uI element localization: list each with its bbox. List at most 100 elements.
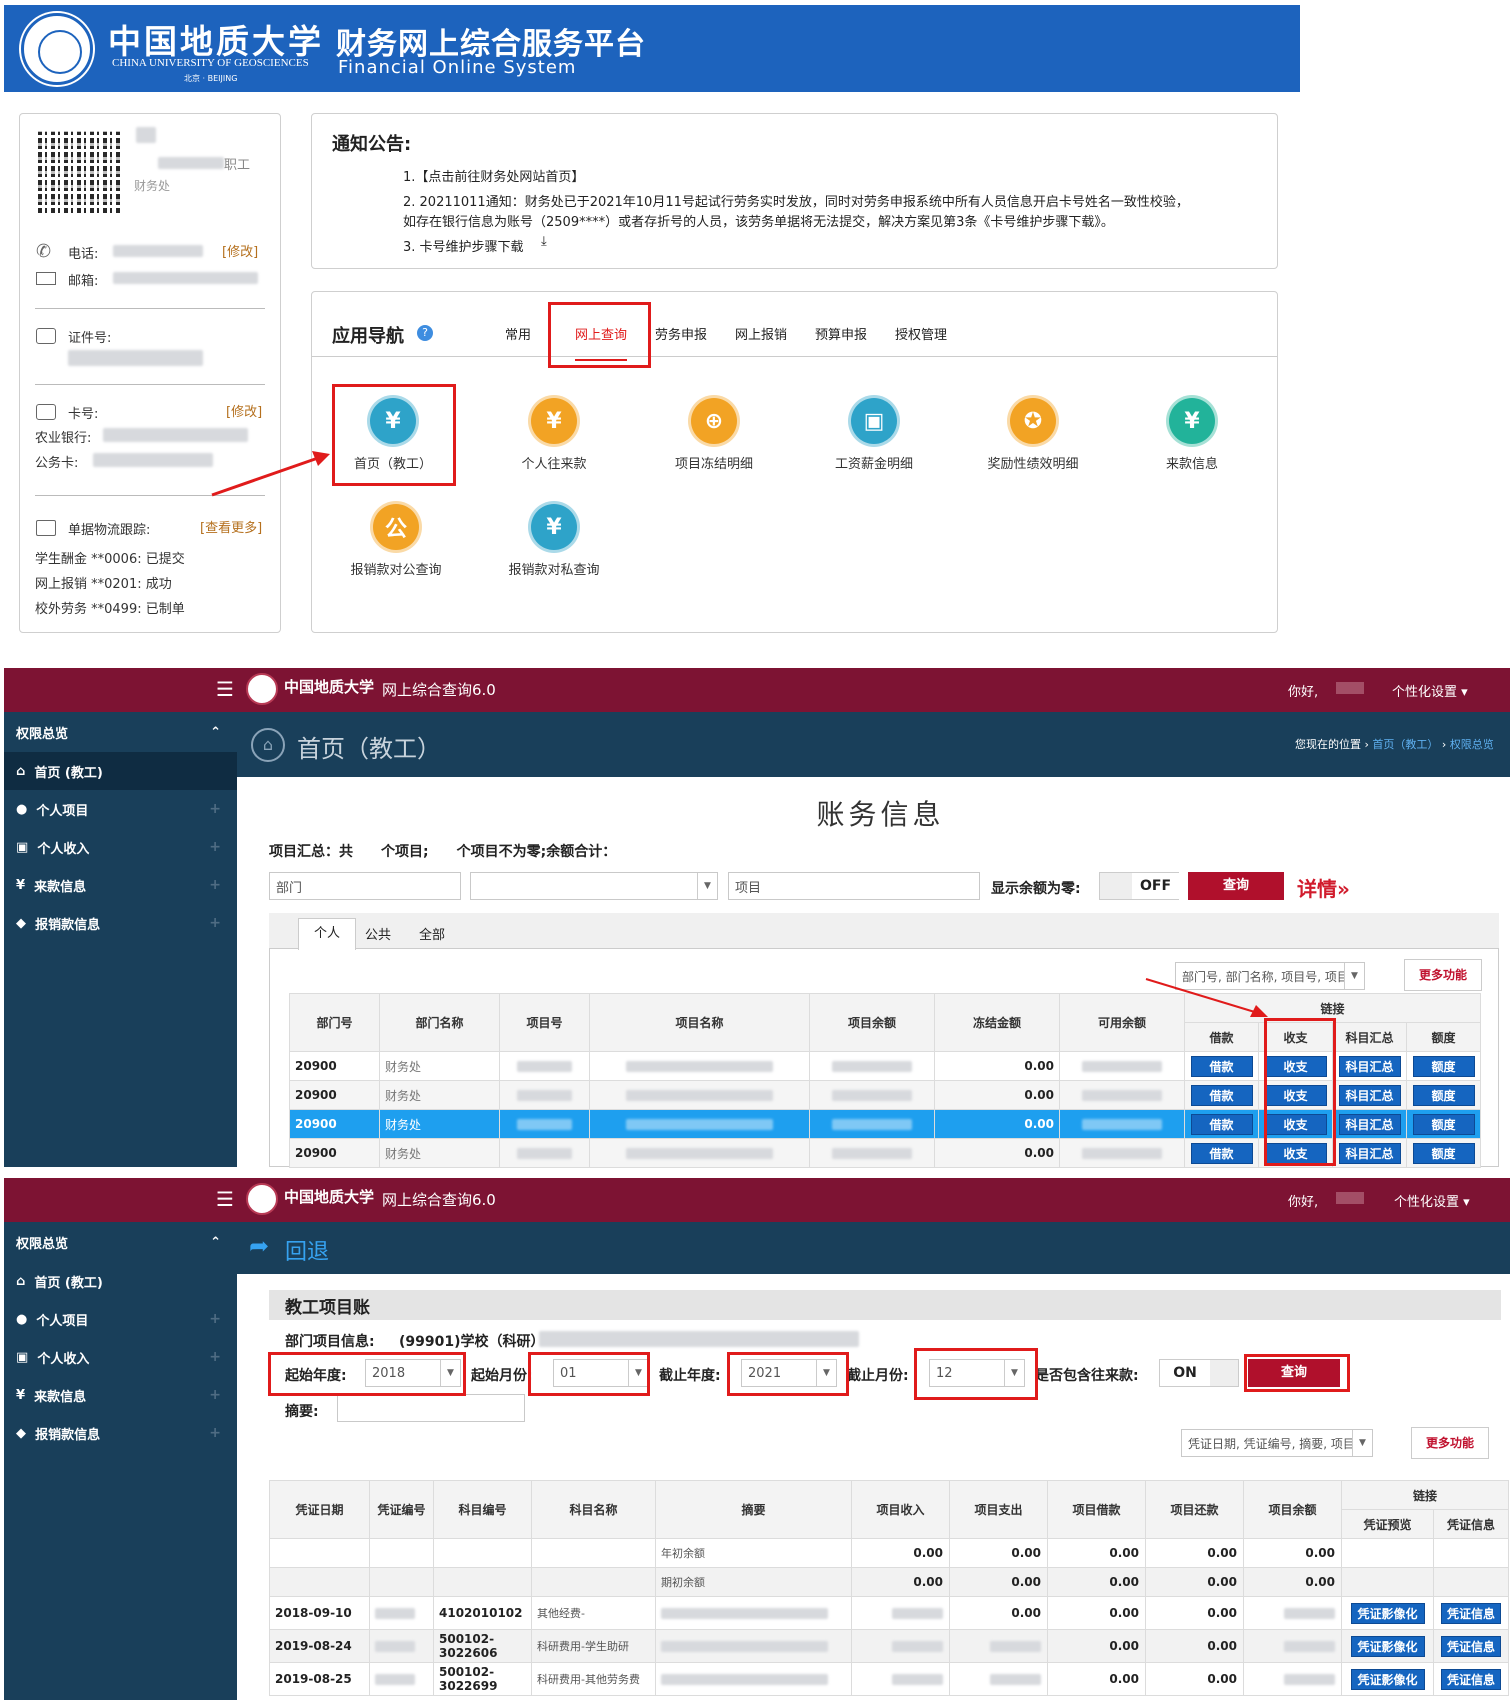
amount-cell <box>851 1629 950 1663</box>
subject-summary-button[interactable]: 科目汇总 <box>1338 1084 1401 1106</box>
sidebar-item-project[interactable]: ● 个人项目 + <box>4 790 237 828</box>
amount-cell: 0.00 <box>1145 1662 1244 1696</box>
nav-item-bonus[interactable]: ✪ 奖励性绩效明细 <box>958 395 1108 472</box>
show-zero-toggle[interactable]: OFF <box>1099 872 1179 900</box>
borrow-button[interactable]: 借款 <box>1190 1084 1253 1106</box>
tracking-more-link[interactable]: [查看更多] <box>200 517 262 536</box>
sidebar-item-income[interactable]: ▣ 个人收入 + <box>4 1338 237 1376</box>
toggle-label: ON <box>1160 1360 1210 1386</box>
quota-button[interactable]: 额度 <box>1412 1084 1475 1106</box>
profile-dept: 财务处 <box>134 179 171 193</box>
column-search-select[interactable]: 凭证日期, 凭证编号, 摘要, 项目 ▼ <box>1181 1429 1373 1457</box>
sidebar-item-reimburse[interactable]: ◆ 报销款信息 + <box>4 904 237 942</box>
quota-button[interactable]: 额度 <box>1412 1142 1475 1164</box>
redacted-value <box>516 1089 573 1101</box>
borrow-button[interactable]: 借款 <box>1190 1055 1253 1077</box>
tab-common[interactable]: 常用 <box>505 324 531 343</box>
amount-cell: 0.00 <box>1145 1567 1244 1597</box>
col-header: 科目名称 <box>531 1480 656 1539</box>
nav-item-private[interactable]: ¥ 报销款对私查询 <box>479 501 629 578</box>
dept-select[interactable]: ▼ <box>470 872 718 900</box>
help-icon[interactable]: ? <box>417 325 433 341</box>
project-input[interactable]: 项目 <box>728 872 980 900</box>
sidebar-item-home[interactable]: ⌂ 首页 (教工) <box>4 1262 237 1300</box>
tracking-item[interactable]: 校外劳务 **0499: 已制单 <box>35 598 185 617</box>
nav-item-frozen[interactable]: ⊕ 项目冻结明细 <box>639 395 789 472</box>
university-logo-icon <box>246 673 278 705</box>
breadcrumb-label: 您现在的位置 <box>1295 738 1361 751</box>
sidebar-item-reimburse[interactable]: ◆ 报销款信息 + <box>4 1414 237 1452</box>
breadcrumb-link[interactable]: 权限总览 <box>1450 738 1494 751</box>
sidebar-item-home[interactable]: ⌂ 首页 (教工) <box>4 752 237 790</box>
tab-labor[interactable]: 劳务申报 <box>655 324 707 343</box>
link-cell <box>1433 1538 1509 1568</box>
highlight-box <box>1244 1354 1350 1392</box>
download-icon[interactable]: ⤓ <box>541 234 547 249</box>
project-balance-cell <box>809 1080 935 1110</box>
menu-icon[interactable]: ☰ <box>216 677 234 701</box>
tab-budget[interactable]: 预算申报 <box>815 324 867 343</box>
tab-public[interactable]: 公共 <box>365 924 391 943</box>
voucher-image-button[interactable]: 凭证影像化 <box>1350 1635 1425 1657</box>
dept-input[interactable]: 部门 <box>269 872 461 900</box>
table-row[interactable]: 2019-08-24 500102-3022606 科研费用-学生助研 0.00 0.0… <box>269 1629 1509 1663</box>
table-row[interactable]: 2018-09-10 4102010102 其他经费- 0.00 0.00 0.00 凭证影… <box>269 1596 1509 1630</box>
tracking-item[interactable]: 网上报销 **0201: 成功 <box>35 573 172 592</box>
summary-cell: 期初余额 <box>655 1567 852 1597</box>
tracking-item[interactable]: 学生酬金 **0006: 已提交 <box>35 548 185 567</box>
back-link[interactable]: 回退 <box>285 1234 329 1266</box>
nav-item-salary[interactable]: ▣ 工资薪金明细 <box>799 395 949 472</box>
subject-no-cell <box>433 1567 532 1597</box>
nav-item-personal[interactable]: ¥ 个人往来款 <box>479 395 629 472</box>
sidebar-item-project[interactable]: ● 个人项目 + <box>4 1300 237 1338</box>
more-functions-button[interactable]: 更多功能 <box>1411 1427 1489 1459</box>
voucher-info-button[interactable]: 凭证信息 <box>1441 1602 1502 1624</box>
tab-auth[interactable]: 授权管理 <box>895 324 947 343</box>
voucher-date-cell <box>269 1567 370 1597</box>
query-button[interactable]: 查询 <box>1188 872 1284 900</box>
sidebar-item-receipt[interactable]: ¥ 来款信息 + <box>4 866 237 904</box>
more-functions-button[interactable]: 更多功能 <box>1404 959 1482 991</box>
voucher-image-button[interactable]: 凭证影像化 <box>1350 1668 1425 1690</box>
voucher-image-button[interactable]: 凭证影像化 <box>1350 1602 1425 1624</box>
settings-menu[interactable]: 个性化设置 ▾ <box>1394 1191 1470 1210</box>
details-link[interactable]: 详情» <box>1297 873 1350 902</box>
sidebar-item-income[interactable]: ▣ 个人收入 + <box>4 828 237 866</box>
sidebar-group[interactable]: 权限总览 ⌃ <box>4 712 237 752</box>
tab-reimburse[interactable]: 网上报销 <box>735 324 787 343</box>
sidebar-group[interactable]: 权限总览 ⌃ <box>4 1222 237 1262</box>
voucher-info-button[interactable]: 凭证信息 <box>1441 1668 1502 1690</box>
menu-icon[interactable]: ☰ <box>216 1187 234 1211</box>
phone-modify-link[interactable]: [修改] <box>222 241 258 260</box>
notice-item-link[interactable]: 1.【点击前往财务处网站首页】 <box>403 166 584 185</box>
borrow-button[interactable]: 借款 <box>1190 1113 1253 1135</box>
nav-item-public[interactable]: 公报销款对公查询 <box>321 501 471 578</box>
redacted-value <box>990 1673 1041 1685</box>
tab-all[interactable]: 全部 <box>419 924 445 943</box>
link-cell: 额度 <box>1406 1109 1481 1139</box>
quota-button[interactable]: 额度 <box>1412 1055 1475 1077</box>
table-row[interactable]: 2019-08-25 500102-3022699 科研费用-其他劳务费 0.00 0.… <box>269 1662 1509 1696</box>
subject-summary-button[interactable]: 科目汇总 <box>1338 1113 1401 1135</box>
breadcrumb-link[interactable]: 首页（教工） <box>1372 738 1438 751</box>
redacted-value <box>990 1640 1041 1652</box>
settings-menu[interactable]: 个性化设置 ▾ <box>1392 681 1468 700</box>
include-toggle[interactable]: ON <box>1159 1359 1239 1387</box>
subject-summary-button[interactable]: 科目汇总 <box>1338 1142 1401 1164</box>
notice-download-link[interactable]: 3. 卡号维护步骤下载 <box>403 236 524 255</box>
sidebar-item-label: 来款信息 <box>34 879 87 895</box>
amount-cell <box>851 1662 950 1696</box>
card-modify-link[interactable]: [修改] <box>226 401 262 420</box>
table-row[interactable]: 期初余额 0.00 0.00 0.00 0.00 0.00 <box>269 1567 1509 1597</box>
back-icon[interactable]: ➦ <box>249 1232 269 1260</box>
borrow-button[interactable]: 借款 <box>1190 1142 1253 1164</box>
sidebar-item-label: 报销款信息 <box>35 917 101 933</box>
sidebar-item-receipt[interactable]: ¥ 来款信息 + <box>4 1376 237 1414</box>
quota-button[interactable]: 额度 <box>1412 1113 1475 1135</box>
subject-summary-button[interactable]: 科目汇总 <box>1338 1055 1401 1077</box>
summary-input[interactable] <box>337 1394 525 1422</box>
voucher-info-button[interactable]: 凭证信息 <box>1441 1635 1502 1657</box>
nav-item-income[interactable]: ¥ 来款信息 <box>1117 395 1267 472</box>
tab-personal[interactable]: 个人 <box>298 918 356 950</box>
table-row[interactable]: 年初余额 0.00 0.00 0.00 0.00 0.00 <box>269 1538 1509 1568</box>
